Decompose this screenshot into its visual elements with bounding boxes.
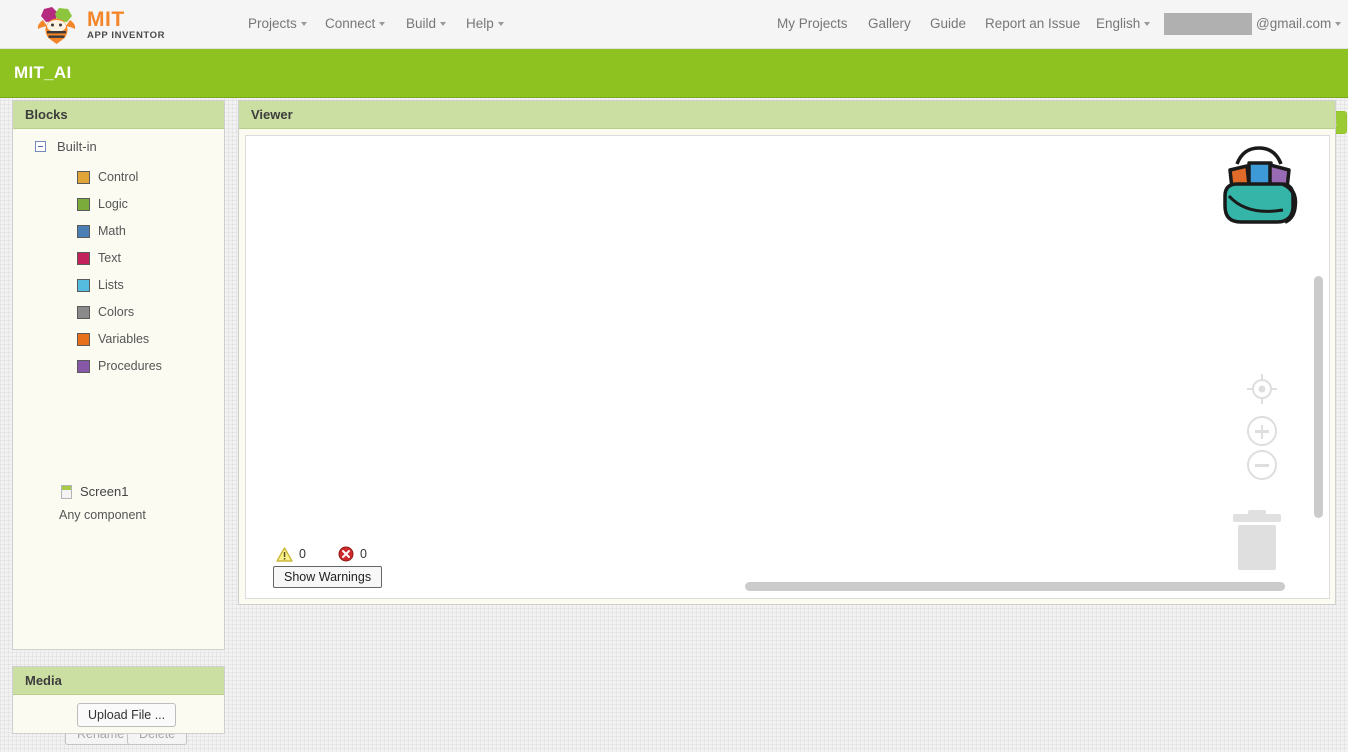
lists-color-swatch-icon (77, 278, 90, 292)
error-circle-icon (338, 546, 354, 562)
center-target-icon[interactable] (1247, 374, 1277, 404)
palette-item-variables[interactable]: Variables (77, 332, 149, 346)
palette-item-control-label: Control (98, 170, 139, 184)
procedures-color-swatch-icon (77, 359, 90, 373)
warning-indicator: 0 (276, 546, 306, 562)
chevron-down-icon (440, 22, 447, 27)
colors-color-swatch-icon (77, 305, 90, 319)
palette-item-text-label: Text (98, 251, 121, 265)
blocks-workspace-canvas[interactable]: 0 0 Show Warnings (245, 135, 1330, 599)
math-color-swatch-icon (77, 224, 90, 238)
nav-link-my-projects[interactable]: My Projects (777, 16, 848, 31)
backpack-icon[interactable] (1213, 144, 1305, 228)
chevron-down-icon (1335, 22, 1342, 27)
text-color-swatch-icon (77, 251, 90, 265)
upload-file-button[interactable]: Upload File ... (77, 703, 177, 727)
nav-menu-connect[interactable]: Connect (325, 16, 386, 31)
project-toolbar: MIT_AI Screen1 Add Screen ... Remove Scr… (0, 49, 1348, 134)
palette-item-colors[interactable]: Colors (77, 305, 134, 319)
palette-item-screen1-label: Screen1 (80, 484, 129, 499)
palette-item-math[interactable]: Math (77, 224, 126, 238)
palette-item-math-label: Math (98, 224, 126, 238)
media-panel-header: Media (13, 667, 224, 695)
nav-menu-help-label: Help (466, 16, 494, 31)
palette-item-logic-label: Logic (98, 197, 128, 211)
palette-builtin-label: Built-in (57, 139, 97, 154)
palette-item-lists[interactable]: Lists (77, 278, 124, 292)
nav-menu-projects[interactable]: Projects (248, 16, 307, 31)
nav-link-gallery[interactable]: Gallery (868, 16, 911, 31)
account-email-label: @gmail.com (1256, 16, 1332, 31)
trash-lid (1233, 514, 1281, 522)
nav-menu-connect-label: Connect (325, 16, 376, 31)
warnings-errors-indicator: 0 0 (276, 546, 367, 562)
palette-tree-builtin[interactable]: Built-in (35, 139, 97, 154)
account-email-redacted (1164, 13, 1252, 35)
logo-title: MIT (87, 8, 125, 32)
nav-menu-build[interactable]: Build (406, 16, 447, 31)
zoom-in-icon[interactable] (1247, 416, 1277, 446)
language-selector-label: English (1096, 16, 1141, 31)
warning-count: 0 (299, 547, 306, 561)
error-indicator: 0 (338, 546, 367, 562)
media-panel: Media Upload File ... (12, 666, 225, 734)
palette-item-any-component[interactable]: Any component (59, 508, 146, 522)
palette-item-procedures-label: Procedures (98, 359, 162, 373)
blocks-palette-panel: Blocks Built-in Control Logic Math Text … (12, 100, 225, 745)
palette-item-text[interactable]: Text (77, 251, 121, 265)
control-color-swatch-icon (77, 170, 90, 184)
nav-menu-build-label: Build (406, 16, 437, 31)
palette-item-control[interactable]: Control (77, 170, 138, 184)
viewer-panel-header: Viewer (239, 101, 1335, 129)
app-logo[interactable]: MIT APP INVENTOR (34, 4, 165, 46)
chevron-down-icon (379, 22, 386, 27)
trash-can-body (1238, 525, 1276, 570)
zoom-out-icon[interactable] (1247, 450, 1277, 480)
top-navigation-bar: MIT APP INVENTOR Projects Connect Build … (0, 0, 1348, 49)
blocks-panel-header: Blocks (13, 101, 224, 129)
chevron-down-icon (1144, 22, 1151, 27)
language-selector[interactable]: English (1096, 16, 1151, 31)
nav-menu-help[interactable]: Help (466, 16, 504, 31)
account-menu[interactable]: @gmail.com (1256, 16, 1342, 31)
variables-color-swatch-icon (77, 332, 90, 346)
palette-item-colors-label: Colors (98, 305, 135, 319)
palette-item-screen1[interactable]: Screen1 (61, 484, 128, 499)
logo-subtitle: APP INVENTOR (87, 30, 166, 42)
chevron-down-icon (300, 22, 307, 27)
nav-link-guide[interactable]: Guide (930, 16, 966, 31)
chevron-down-icon (497, 22, 504, 27)
nav-link-report-an-issue[interactable]: Report an Issue (985, 16, 1080, 31)
trash-icon[interactable] (1233, 510, 1281, 570)
show-warnings-button[interactable]: Show Warnings (273, 566, 383, 588)
nav-menu-projects-label: Projects (248, 16, 297, 31)
palette-item-variables-label: Variables (98, 332, 150, 346)
collapse-minus-icon[interactable] (35, 141, 46, 152)
viewer-panel: Viewer 0 0 Show Warnings (238, 100, 1336, 605)
bee-logo-icon (37, 7, 76, 44)
logic-color-swatch-icon (77, 197, 90, 211)
palette-item-logic[interactable]: Logic (77, 197, 128, 211)
project-name: MIT_AI (14, 63, 72, 82)
palette-item-procedures[interactable]: Procedures (77, 359, 162, 373)
screen-page-icon (61, 484, 72, 499)
horizontal-scrollbar[interactable] (745, 582, 1285, 591)
error-count: 0 (359, 547, 367, 561)
vertical-scrollbar[interactable] (1314, 276, 1323, 518)
warning-triangle-icon (276, 546, 293, 562)
palette-item-lists-label: Lists (98, 278, 124, 292)
